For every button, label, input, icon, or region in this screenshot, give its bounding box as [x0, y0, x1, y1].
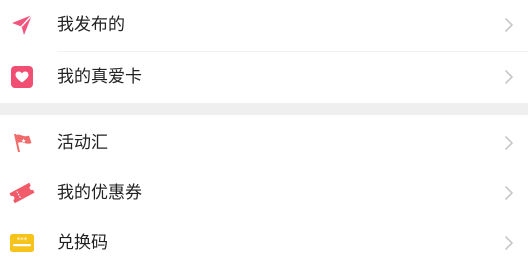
- menu-item-my-love-card[interactable]: 我的真爱卡: [0, 52, 528, 102]
- paper-plane-icon: [8, 11, 36, 39]
- profile-menu-list: 我发布的 我的真爱卡 活动汇 我的优惠券 *** 兑换码: [0, 0, 528, 262]
- heart-card-icon: [8, 63, 36, 91]
- chevron-right-icon: [505, 236, 513, 250]
- menu-item-label: 我的真爱卡: [57, 67, 142, 87]
- chevron-right-icon: [505, 18, 513, 32]
- menu-item-label: 兑换码: [57, 233, 108, 253]
- menu-item-redeem-code[interactable]: *** 兑换码: [0, 218, 528, 262]
- svg-text:***: ***: [17, 236, 28, 244]
- redeem-code-card-icon: ***: [8, 229, 36, 257]
- flag-icon: [8, 129, 36, 157]
- section-divider: [0, 103, 528, 115]
- chevron-right-icon: [505, 136, 513, 150]
- menu-item-my-coupons[interactable]: 我的优惠券: [0, 168, 528, 218]
- chevron-right-icon: [505, 186, 513, 200]
- chevron-right-icon: [505, 70, 513, 84]
- menu-item-my-posts[interactable]: 我发布的: [0, 0, 528, 50]
- coupon-ticket-icon: [8, 179, 36, 207]
- menu-item-label: 我发布的: [57, 15, 125, 35]
- menu-item-label: 我的优惠券: [57, 183, 142, 203]
- menu-item-label: 活动汇: [57, 133, 108, 153]
- menu-item-activities[interactable]: 活动汇: [0, 118, 528, 168]
